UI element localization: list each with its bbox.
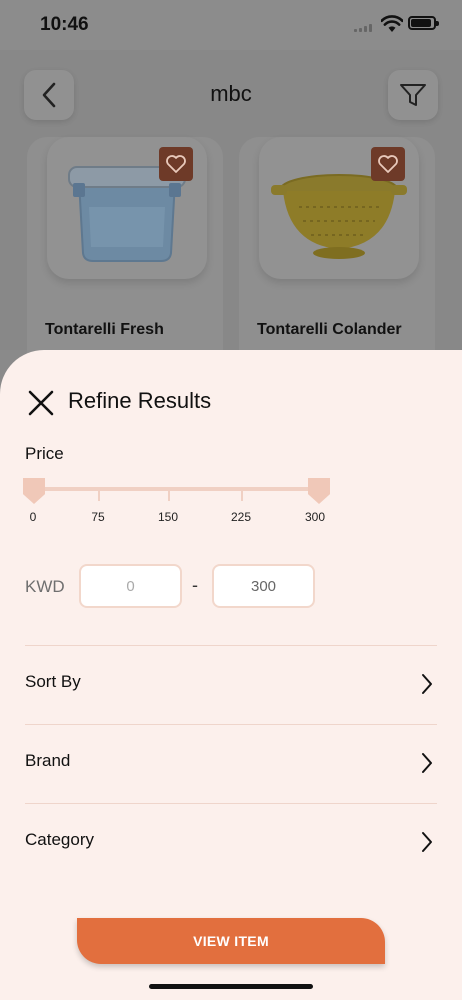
filter-button[interactable] bbox=[388, 70, 438, 120]
home-indicator bbox=[149, 984, 313, 989]
product-name: Tontarelli Colander bbox=[257, 321, 402, 338]
filter-icon bbox=[400, 84, 426, 106]
tick-label: 150 bbox=[157, 510, 179, 524]
battery-icon bbox=[408, 16, 439, 30]
category-label: Category bbox=[25, 830, 94, 849]
chevron-right-icon bbox=[422, 753, 432, 773]
range-separator: - bbox=[192, 575, 198, 595]
brand-label: Brand bbox=[25, 751, 71, 770]
tick-label: 300 bbox=[304, 510, 326, 524]
product-image bbox=[47, 137, 207, 279]
refine-results-sheet: Refine Results Price 0 75 150 225 300 KW… bbox=[0, 350, 462, 1000]
favorite-button[interactable] bbox=[371, 147, 405, 181]
price-slider-track[interactable] bbox=[33, 487, 319, 491]
wifi-icon bbox=[381, 15, 403, 32]
view-item-button[interactable]: VIEW ITEM bbox=[77, 918, 385, 964]
product-image bbox=[259, 137, 419, 279]
product-list-screen: mbc Tontarelli Fresh Tontarelli Colander bbox=[0, 50, 462, 407]
max-price-input[interactable] bbox=[212, 564, 315, 608]
slider-tick bbox=[241, 490, 243, 501]
sort-by-row[interactable]: Sort By bbox=[25, 646, 437, 724]
category-row[interactable]: Category bbox=[25, 804, 437, 882]
price-label: Price bbox=[25, 444, 64, 463]
slider-min-handle[interactable] bbox=[23, 478, 45, 504]
sheet-title: Refine Results bbox=[68, 388, 212, 413]
tick-label: 0 bbox=[29, 510, 37, 524]
min-price-input[interactable] bbox=[79, 564, 182, 608]
heart-icon bbox=[378, 155, 398, 173]
cellular-signal-icon bbox=[354, 24, 374, 32]
heart-icon bbox=[166, 155, 186, 173]
chevron-right-icon bbox=[422, 674, 432, 694]
status-bar: 10:46 bbox=[0, 0, 462, 50]
slider-tick bbox=[168, 490, 170, 501]
close-icon[interactable] bbox=[25, 387, 57, 419]
product-name: Tontarelli Fresh bbox=[45, 321, 164, 338]
brand-row[interactable]: Brand bbox=[25, 725, 437, 803]
sort-by-label: Sort By bbox=[25, 672, 81, 691]
slider-max-handle[interactable] bbox=[308, 478, 330, 504]
chevron-right-icon bbox=[422, 832, 432, 852]
currency-label: KWD bbox=[25, 577, 65, 596]
status-time: 10:46 bbox=[40, 14, 89, 35]
tick-label: 225 bbox=[230, 510, 252, 524]
slider-tick bbox=[98, 490, 100, 501]
favorite-button[interactable] bbox=[159, 147, 193, 181]
tick-label: 75 bbox=[91, 510, 105, 524]
